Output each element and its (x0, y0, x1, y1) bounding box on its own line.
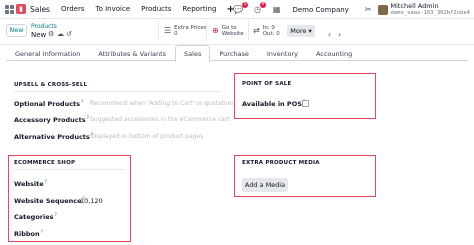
available-in-pos-label: Available in POS? (242, 100, 305, 109)
categories-label: Categories? (14, 213, 57, 222)
highlight-box-pos (234, 73, 376, 119)
chat-badge: 5 (242, 2, 248, 8)
alternative-products-input[interactable]: Displayed in bottom of product pages (90, 133, 203, 140)
database-name: demo_saas-163_302bf2cbe4 (390, 9, 470, 16)
accessory-products-label: Accessory Products? (14, 116, 89, 125)
caret-down-icon: ▾ (308, 27, 312, 35)
menu-orders[interactable]: Orders (61, 5, 85, 13)
record-title: New (31, 31, 47, 39)
website-line2: Website (221, 31, 244, 37)
app-name[interactable]: Sales (30, 5, 50, 14)
section-title-upsell: UPSELL & CROSS-SELL (14, 82, 88, 88)
user-name: Mitchell Admin (390, 1, 439, 10)
more-label: More (290, 27, 307, 35)
accessory-products-input[interactable]: Suggested accessories in the eCommerce c… (90, 116, 230, 123)
form-tabs: General Information Attributes & Variant… (6, 45, 468, 62)
tab-accounting[interactable]: Accounting (307, 45, 361, 61)
website-sequence-input[interactable]: 10,120 (80, 197, 103, 205)
website-sequence-label: Website Sequence? (14, 197, 85, 206)
save-cloud-icon[interactable]: ☁ (57, 30, 64, 38)
tab-purchase[interactable]: Purchase (210, 45, 258, 61)
tab-general-information[interactable]: General Information (6, 45, 89, 61)
company-name[interactable]: Demo Company (292, 6, 348, 14)
alternative-products-label: Alternative Products? (14, 133, 94, 142)
tab-sales[interactable]: Sales (175, 45, 211, 62)
top-navbar: ▮ Sales Orders To Invoice Products Repor… (0, 0, 474, 19)
exchange-icon: ⇄ (253, 26, 260, 35)
tab-inventory[interactable]: Inventory (258, 45, 307, 61)
tab-attributes-variants[interactable]: Attributes & Variants (89, 45, 175, 61)
website-label: Website? (14, 180, 48, 189)
gear-icon[interactable]: ⚙ (48, 30, 54, 38)
menu-products[interactable]: Products (141, 5, 171, 13)
section-title-media: EXTRA PRODUCT MEDIA (242, 160, 320, 166)
extra-prices-button[interactable]: ☰ Extra Prices 0 (164, 23, 207, 39)
list-icon: ☰ (164, 26, 172, 35)
control-panel: New Products New ⚙ ☁ ↺ ☰ Extra Prices 0 … (0, 19, 474, 45)
section-title-ecommerce: ECOMMERCE SHOP (14, 160, 76, 166)
available-in-pos-checkbox[interactable] (302, 100, 309, 107)
ribbon-label: Ribbon? (14, 230, 44, 239)
company-switch-icon[interactable]: ▦ (273, 5, 281, 14)
in-out-button[interactable]: ⇄ In: 0 Out: 0 (253, 23, 280, 39)
menu-to-invoice[interactable]: To Invoice (96, 5, 131, 13)
extra-prices-count: 0 (174, 31, 178, 37)
sales-app-logo: ▮ (16, 4, 26, 14)
new-button[interactable]: New (6, 24, 27, 37)
apps-menu-icon[interactable] (5, 4, 14, 14)
menu-reporting[interactable]: Reporting (182, 5, 216, 13)
divider (206, 21, 207, 41)
section-divider (14, 91, 220, 92)
add-media-button[interactable]: Add a Media (242, 178, 288, 192)
previous-record-icon[interactable]: ‹ (328, 30, 331, 39)
go-to-website-button[interactable]: ⊕ Go to Website (212, 23, 244, 39)
tools-icon[interactable]: ✂ (365, 5, 372, 14)
section-title-pos: POINT OF SALE (242, 81, 292, 87)
breadcrumb[interactable]: Products (31, 23, 57, 30)
out-label: Out: (262, 31, 275, 37)
divider (158, 21, 159, 41)
out-value: 0 (276, 31, 280, 37)
next-record-icon[interactable]: › (338, 30, 341, 39)
globe-icon: ⊕ (212, 26, 219, 35)
discard-icon[interactable]: ↺ (66, 30, 72, 38)
user-menu[interactable]: Mitchell Admin demo_saas-163_302bf2cbe4 (390, 1, 470, 17)
optional-products-input[interactable]: Recommend when 'Adding to Cart' or quota… (90, 100, 233, 107)
divider (248, 21, 249, 41)
avatar[interactable] (377, 4, 388, 15)
more-button[interactable]: More ▾ (287, 25, 315, 37)
optional-products-label: Optional Products? (14, 100, 84, 109)
activity-clock-icon[interactable]: ◷ 9 (254, 2, 266, 14)
section-divider (14, 169, 126, 170)
activity-badge: 9 (260, 2, 266, 8)
chat-icon[interactable]: 💬 5 (233, 2, 248, 14)
